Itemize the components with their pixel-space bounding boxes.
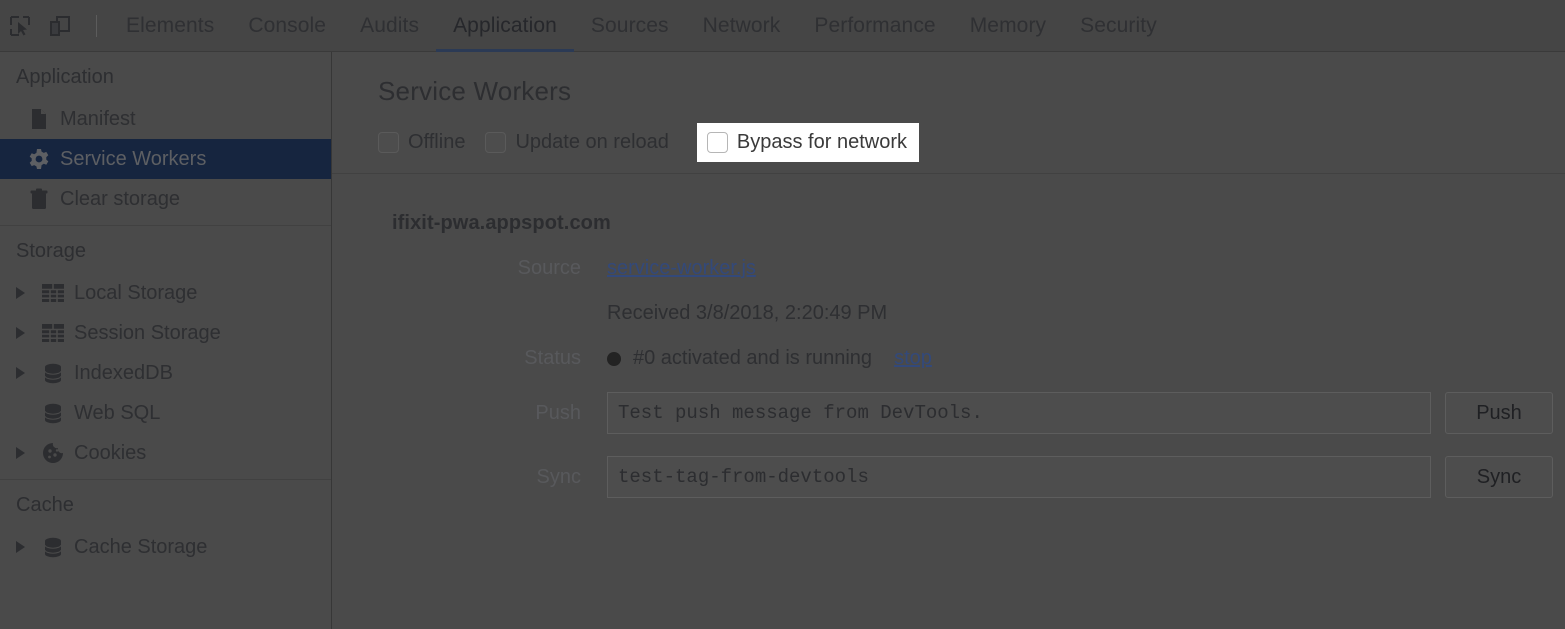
source-file-link[interactable]: service-worker.js — [607, 257, 756, 280]
option-bypass-for-network[interactable]: Bypass for network — [697, 123, 919, 162]
source-label: Source — [392, 257, 607, 280]
expand-triangle-icon[interactable] — [16, 327, 38, 339]
sidebar-item-label: Cookies — [72, 442, 146, 465]
service-worker-options-row: Offline Update on reload Bypass for networ… — [332, 107, 1565, 163]
inspect-element-icon[interactable] — [0, 6, 40, 46]
push-button[interactable]: Push — [1445, 392, 1553, 434]
option-label: Offline — [408, 131, 465, 154]
status-row: Status #0 activated and is running stop — [332, 347, 1565, 370]
sidebar-section-title-storage: Storage — [0, 226, 331, 273]
source-value: service-worker.js — [607, 257, 1565, 280]
tab-elements[interactable]: Elements — [109, 0, 231, 52]
status-text: #0 activated and is running — [633, 347, 872, 370]
panel-body: Application Manifest Service Workers Clear … — [0, 52, 1565, 629]
checkbox-icon[interactable] — [485, 132, 506, 153]
sync-button[interactable]: Sync — [1445, 456, 1553, 498]
checkbox-icon[interactable] — [378, 132, 399, 153]
push-row: Push Push — [332, 392, 1565, 434]
database-icon — [38, 402, 68, 424]
expand-triangle-icon[interactable] — [16, 541, 38, 553]
sidebar-item-label: Clear storage — [58, 188, 180, 211]
tab-performance[interactable]: Performance — [797, 0, 952, 52]
database-icon — [38, 362, 68, 384]
sidebar-item-cookies[interactable]: Cookies — [0, 433, 331, 473]
status-indicator-icon — [607, 352, 621, 366]
devtools-toolbar: ElementsConsoleAuditsApplicationSourcesN… — [0, 0, 1565, 52]
tab-application[interactable]: Application — [436, 0, 574, 52]
sidebar-item-cache-storage[interactable]: Cache Storage — [0, 527, 331, 567]
sidebar-item-session-storage[interactable]: Session Storage — [0, 313, 331, 353]
trash-icon — [24, 188, 54, 210]
sidebar-item-label: Manifest — [58, 108, 136, 131]
stop-link[interactable]: stop — [894, 347, 932, 370]
sidebar-item-label: IndexedDB — [72, 362, 173, 385]
sync-tag-input[interactable] — [607, 456, 1431, 498]
sidebar-item-local-storage[interactable]: Local Storage — [0, 273, 331, 313]
sidebar-item-label: Local Storage — [72, 282, 197, 305]
status-value: #0 activated and is running stop — [607, 347, 1565, 370]
sidebar-item-label: Cache Storage — [72, 536, 207, 559]
sync-value: Sync — [607, 456, 1565, 498]
tab-security[interactable]: Security — [1063, 0, 1174, 52]
sidebar-item-label: Web SQL — [72, 402, 160, 425]
service-workers-pane: Service Workers Offline Update on reload B… — [332, 52, 1565, 629]
expand-triangle-icon[interactable] — [16, 367, 38, 379]
expand-triangle-icon[interactable] — [16, 447, 38, 459]
table-icon — [38, 324, 68, 342]
status-label: Status — [392, 347, 607, 370]
sidebar-item-web-sql[interactable]: Web SQL — [0, 393, 331, 433]
toolbar-divider — [96, 15, 97, 37]
gear-icon — [24, 148, 54, 170]
option-offline[interactable]: Offline — [378, 131, 465, 154]
option-label: Bypass for network — [737, 131, 907, 154]
sidebar-section-title-cache: Cache — [0, 480, 331, 527]
sidebar-item-manifest[interactable]: Manifest — [0, 99, 331, 139]
push-label: Push — [392, 402, 607, 425]
tab-sources[interactable]: Sources — [574, 0, 686, 52]
sync-row: Sync Sync — [332, 456, 1565, 498]
sidebar-item-indexeddb[interactable]: IndexedDB — [0, 353, 331, 393]
tab-memory[interactable]: Memory — [953, 0, 1063, 52]
tab-audits[interactable]: Audits — [343, 0, 436, 52]
tab-network[interactable]: Network — [686, 0, 798, 52]
panel-tab-strip: ElementsConsoleAuditsApplicationSourcesN… — [109, 0, 1174, 52]
expand-triangle-icon[interactable] — [16, 287, 38, 299]
sidebar-section-title-application: Application — [0, 52, 331, 99]
cookie-icon — [38, 442, 68, 464]
received-value: Received 3/8/2018, 2:20:49 PM — [607, 302, 1565, 325]
service-worker-origin: ifixit-pwa.appspot.com — [332, 174, 1565, 235]
push-value: Push — [607, 392, 1565, 434]
push-message-input[interactable] — [607, 392, 1431, 434]
sidebar-item-clear-storage[interactable]: Clear storage — [0, 179, 331, 219]
application-sidebar[interactable]: Application Manifest Service Workers Clear … — [0, 52, 332, 629]
sync-label: Sync — [392, 466, 607, 489]
option-update-on-reload[interactable]: Update on reload — [485, 131, 668, 154]
table-icon — [38, 284, 68, 302]
sidebar-item-label: Service Workers — [58, 148, 206, 171]
checkbox-icon[interactable] — [707, 132, 728, 153]
source-row: Source service-worker.js — [332, 257, 1565, 280]
database-icon — [38, 536, 68, 558]
received-row: Received 3/8/2018, 2:20:49 PM — [332, 302, 1565, 325]
device-toolbar-icon[interactable] — [40, 6, 80, 46]
tab-console[interactable]: Console — [231, 0, 343, 52]
sidebar-item-label: Session Storage — [72, 322, 221, 345]
page-title: Service Workers — [332, 52, 1565, 107]
sidebar-item-service-workers[interactable]: Service Workers — [0, 139, 331, 179]
document-icon — [24, 108, 54, 130]
option-label: Update on reload — [515, 131, 668, 154]
